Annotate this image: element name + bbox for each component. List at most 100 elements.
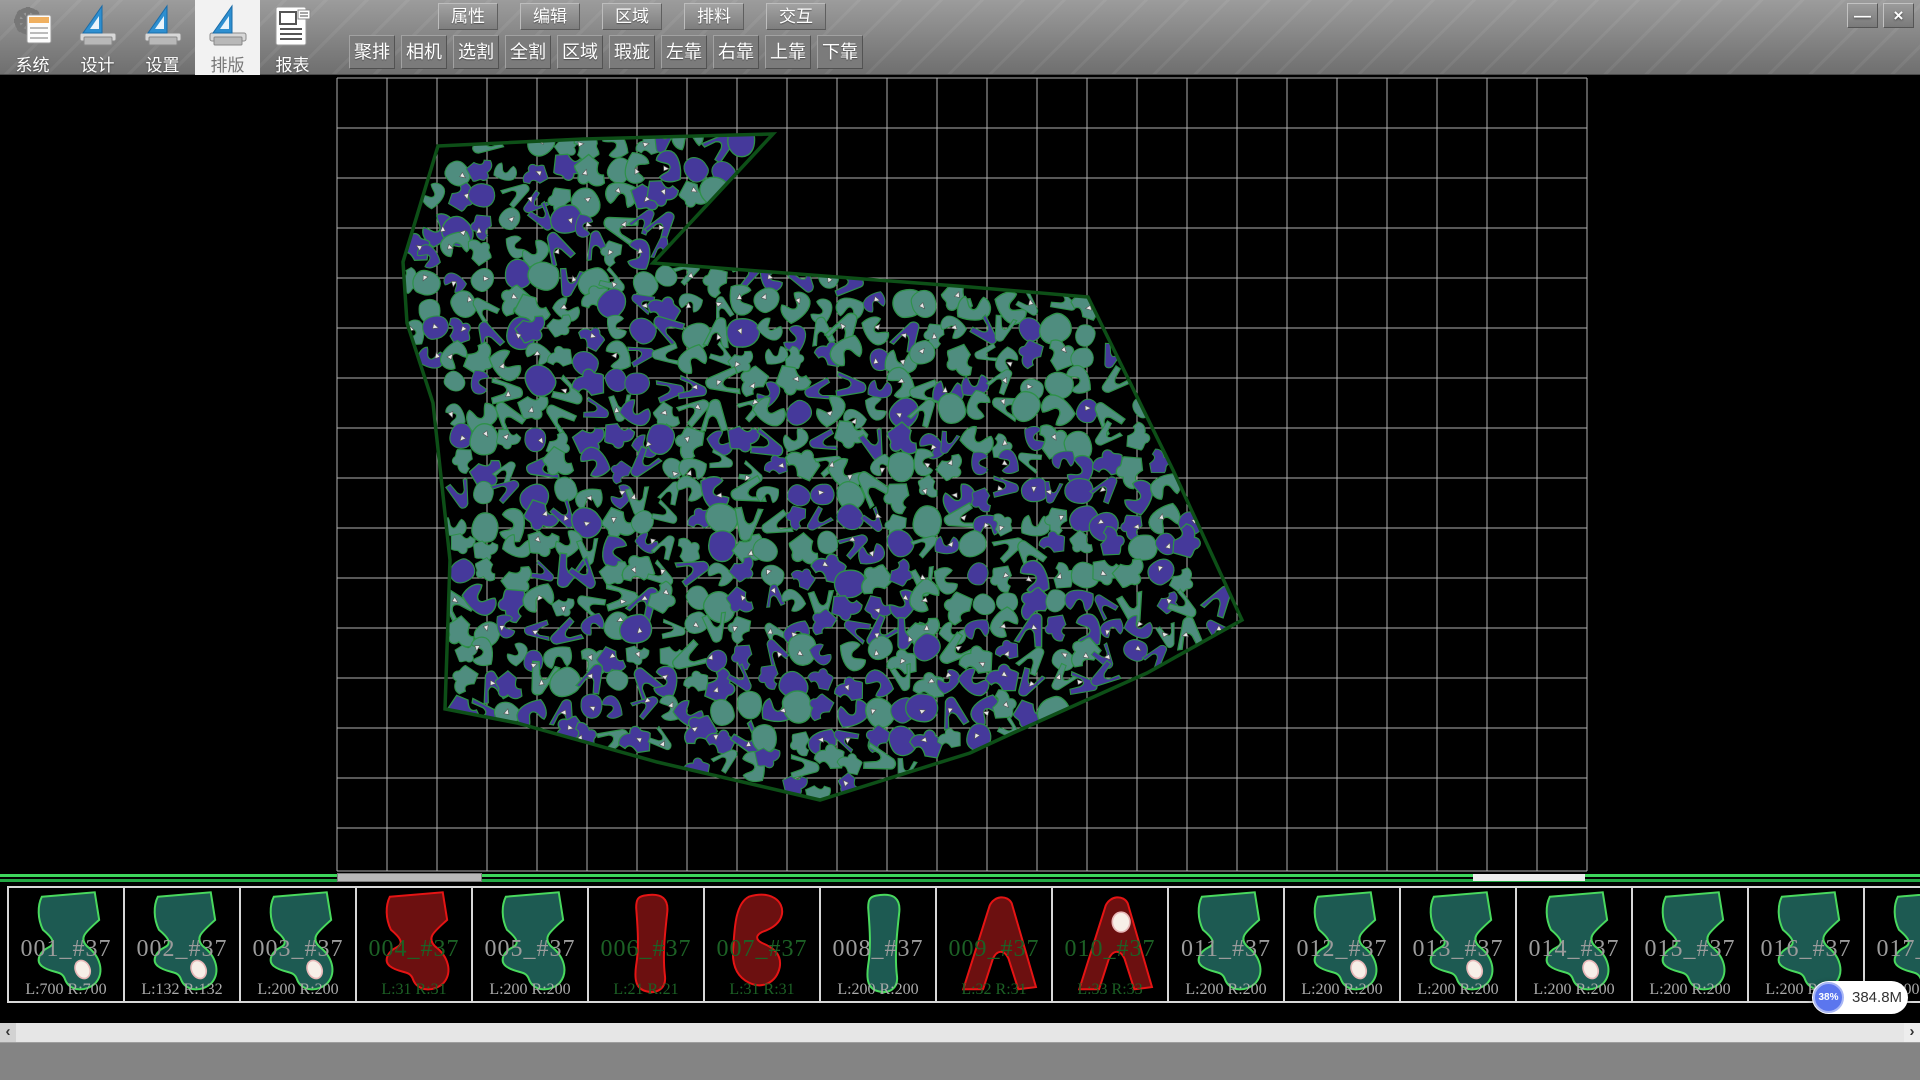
strip-border-line-bright (0, 874, 1920, 877)
piece-lr-count: L:200 R:200 (241, 981, 355, 999)
piece-lr-count: L:200 R:200 (1401, 981, 1515, 999)
piece-lr-count: L:33 R:33 (1053, 981, 1167, 999)
app-label: 排版 (211, 51, 245, 76)
app-label: 设置 (146, 51, 180, 76)
piece-lr-count: L:200 R:200 (1633, 981, 1747, 999)
piece-thumbnail-008_#37[interactable]: 008_#37 L:200 R:200 (821, 888, 937, 1001)
piece-name: 013_#37 (1401, 936, 1515, 963)
tool-button-6[interactable]: 瑕疵 (609, 35, 655, 69)
tool-button-5[interactable]: 区域 (557, 35, 603, 69)
app-button-settings[interactable]: 设置 (130, 0, 195, 75)
tool-button-10[interactable]: 下靠 (817, 35, 863, 69)
menu-tab-5[interactable]: 交互 (766, 3, 826, 30)
tool-button-3[interactable]: 选割 (453, 35, 499, 69)
piece-lr-count: L:200 R:200 (821, 981, 935, 999)
piece-name: 001_#37 (9, 936, 123, 963)
piece-lr-count: L:31 R:31 (357, 981, 471, 999)
piece-lr-count: L:32 R:31 (937, 981, 1051, 999)
piece-thumbnail-row: 001_#37 L:700 R:700002_#37 L:132 R:132003_… (7, 886, 1920, 1003)
piece-name: 005_#37 (473, 936, 587, 963)
piece-name: 016_#37 (1749, 936, 1863, 963)
piece-thumbnail-014_#37[interactable]: 014_#37L:200 R:200 (1517, 888, 1633, 1001)
app-button-design[interactable]: 设计 (65, 0, 130, 75)
app-launcher: 系统 设计 设置 排版 报表 (0, 0, 325, 75)
tool-button-9[interactable]: 上靠 (765, 35, 811, 69)
piece-thumbnail-013_#37[interactable]: 013_#37 L:200 R:200 (1401, 888, 1517, 1001)
piece-name: 004_#37 (357, 936, 471, 963)
piece-thumbnail-010_#37[interactable]: 010_#37 L:33 R:33 (1053, 888, 1169, 1001)
minimize-button[interactable]: — (1847, 3, 1878, 28)
application-window: 系统设计设置排版报表 属性编辑区域排料交互 聚排相机选割全割区域瑕疵左靠右靠上靠… (0, 0, 1920, 1080)
piece-lr-count: L:31 R:31 (705, 981, 819, 999)
menu-tab-row: 属性编辑区域排料交互 (438, 3, 826, 30)
menu-tab-2[interactable]: 编辑 (520, 3, 580, 30)
tool-button-row: 聚排相机选割全割区域瑕疵左靠右靠上靠下靠 (349, 35, 863, 69)
tool-button-4[interactable]: 全割 (505, 35, 551, 69)
piece-name: 012_#37 (1285, 936, 1399, 963)
piece-lr-count: L:200 R:200 (1517, 981, 1631, 999)
piece-name: 017_#37 (1865, 936, 1920, 963)
progress-ring[interactable]: 38% (1813, 982, 1844, 1013)
tool-button-1[interactable]: 聚排 (349, 35, 395, 69)
piece-lr-count: L:200 R:200 (1285, 981, 1399, 999)
status-bar (0, 1042, 1920, 1080)
piece-name: 002_#37 (125, 936, 239, 963)
piece-name: 009_#37 (937, 936, 1051, 963)
piece-lr-count: L:21 R:21 (589, 981, 703, 999)
piece-thumbnail-001_#37[interactable]: 001_#37 L:700 R:700 (9, 888, 125, 1001)
piece-thumbnail-004_#37[interactable]: 004_#37 L:31 R:31 (357, 888, 473, 1001)
piece-thumbnail-007_#37[interactable]: 007_#37 L:31 R:31 (705, 888, 821, 1001)
menu-tab-4[interactable]: 排料 (684, 3, 744, 30)
horizontal-scrollbar[interactable]: ‹ › (0, 1023, 1920, 1042)
scroll-left-arrow-icon[interactable]: ‹ (0, 1023, 16, 1042)
piece-thumbnail-006_#37[interactable]: 006_#37 L:21 R:21 (589, 888, 705, 1001)
settings-icon (140, 3, 186, 49)
piece-thumbnail-011_#37[interactable]: 011_#37 L:200 R:200 (1169, 888, 1285, 1001)
system-icon (10, 3, 56, 49)
piece-thumbnail-012_#37[interactable]: 012_#37 L:200 R:200 (1285, 888, 1401, 1001)
scrollbar-track[interactable] (16, 1023, 1904, 1042)
piece-name: 007_#37 (705, 936, 819, 963)
app-label: 报表 (276, 51, 310, 76)
piece-thumbnail-003_#37[interactable]: 003_#37L:200 R:200 (241, 888, 357, 1001)
tool-button-8[interactable]: 右靠 (713, 35, 759, 69)
piece-thumbnail-002_#37[interactable]: 002_#37 L:132 R:132 (125, 888, 241, 1001)
nesting-canvas[interactable] (0, 75, 1920, 873)
piece-name: 006_#37 (589, 936, 703, 963)
tool-button-2[interactable]: 相机 (401, 35, 447, 69)
piece-name: 008_#37 (821, 936, 935, 963)
layout-icon (205, 3, 251, 49)
scroll-right-arrow-icon[interactable]: › (1904, 1023, 1920, 1042)
app-button-layout[interactable]: 排版 (195, 0, 260, 75)
piece-name: 011_#37 (1169, 936, 1283, 963)
nesting-canvas-svg[interactable] (0, 75, 1920, 873)
piece-thumbnail-015_#37[interactable]: 015_#37 L:200 R:200 (1633, 888, 1749, 1001)
memory-status-badge: 38% 384.8M (1812, 981, 1908, 1014)
window-controls: — × (1847, 3, 1914, 28)
piece-name: 015_#37 (1633, 936, 1747, 963)
canvas-hscroll-thumb[interactable] (337, 873, 482, 882)
app-button-system[interactable]: 系统 (0, 0, 65, 75)
canvas-grid (337, 78, 1587, 871)
design-icon (75, 3, 121, 49)
canvas-hscroll-end[interactable] (1473, 874, 1585, 881)
piece-thumbnail-strip: 001_#37 L:700 R:700002_#37 L:132 R:132003_… (0, 884, 1920, 1023)
app-button-report[interactable]: 报表 (260, 0, 325, 75)
piece-name: 010_#37 (1053, 936, 1167, 963)
piece-lr-count: L:200 R:200 (1169, 981, 1283, 999)
app-label: 系统 (16, 51, 50, 76)
nested-pieces[interactable] (393, 123, 1239, 806)
report-icon (270, 3, 316, 49)
piece-thumbnail-005_#37[interactable]: 005_#37 L:200 R:200 (473, 888, 589, 1001)
piece-lr-count: L:132 R:132 (125, 981, 239, 999)
memory-value: 384.8M (1852, 981, 1902, 1014)
piece-thumbnail-009_#37[interactable]: 009_#37 L:32 R:31 (937, 888, 1053, 1001)
menu-tab-3[interactable]: 区域 (602, 3, 662, 30)
close-button[interactable]: × (1883, 3, 1914, 28)
piece-lr-count: L:200 R:200 (473, 981, 587, 999)
app-label: 设计 (81, 51, 115, 76)
menu-tab-1[interactable]: 属性 (438, 3, 498, 30)
piece-lr-count: L:700 R:700 (9, 981, 123, 999)
tool-button-7[interactable]: 左靠 (661, 35, 707, 69)
toolbar: 系统设计设置排版报表 属性编辑区域排料交互 聚排相机选割全割区域瑕疵左靠右靠上靠… (0, 0, 1920, 75)
